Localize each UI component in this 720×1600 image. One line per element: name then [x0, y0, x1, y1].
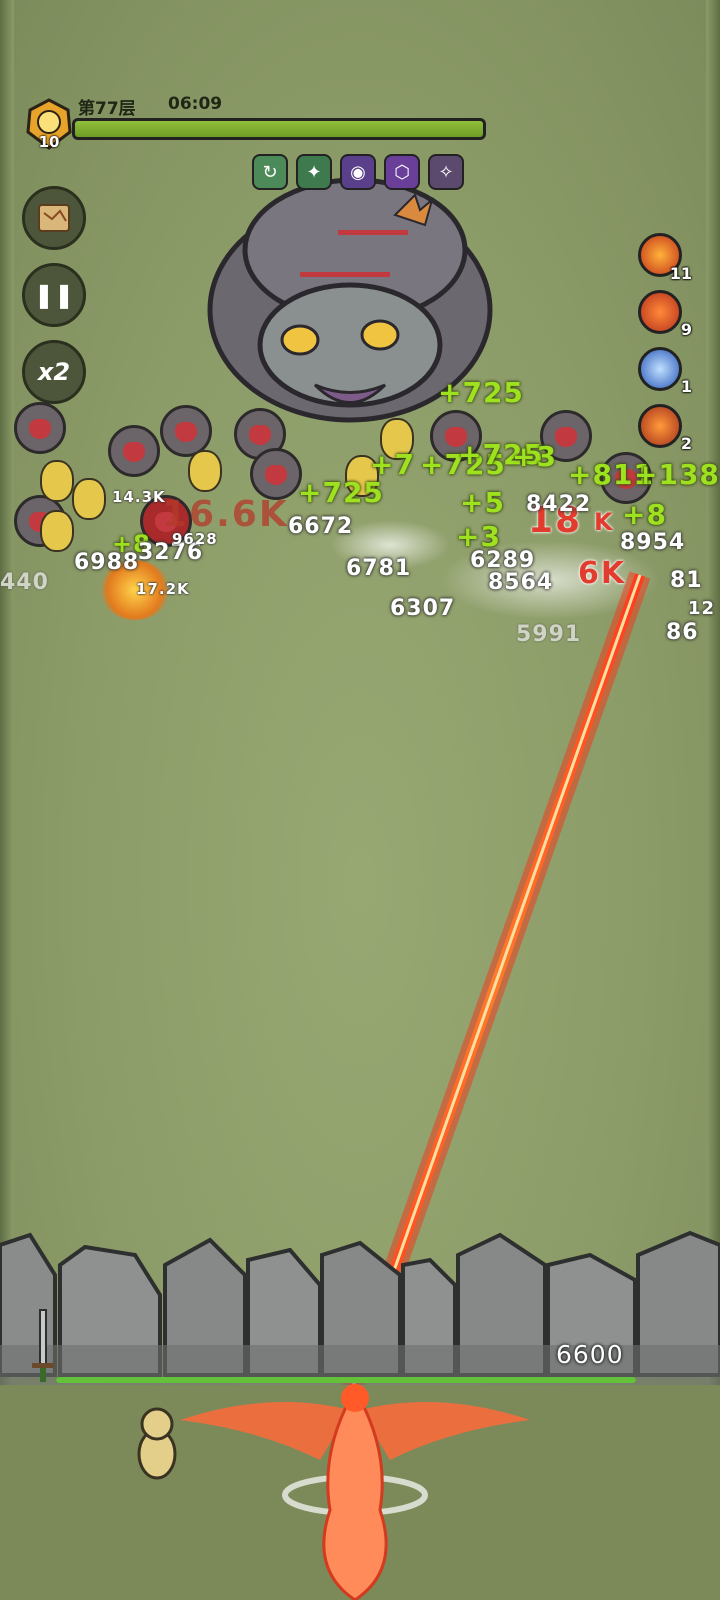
damage-number: 440 — [0, 570, 49, 595]
skill-count: 9 — [680, 320, 692, 339]
phoenix-hero — [180, 1384, 530, 1600]
heal-number: +725 — [298, 476, 384, 509]
heal-number: +3 — [512, 440, 557, 473]
skill-count: 1 — [680, 377, 692, 396]
fire-pillar-skill-icon[interactable] — [638, 404, 682, 448]
speed-x2-button[interactable]: x2 — [22, 340, 86, 404]
sword-icon — [32, 1309, 54, 1382]
spirit-buff-icon[interactable]: ✦ — [296, 154, 332, 190]
map-button[interactable] — [22, 186, 86, 250]
damage-number: 8564 — [488, 570, 554, 595]
damage-number: 8422 — [526, 492, 592, 517]
damage-number: 14.3K — [112, 488, 166, 506]
shield-buff-icon[interactable]: ⬡ — [384, 154, 420, 190]
damage-number: 6672 — [288, 514, 354, 539]
crit-damage-number: 16.6K — [162, 494, 289, 535]
damage-number: 6307 — [390, 596, 456, 621]
claw-buff-icon[interactable]: ✧ — [428, 154, 464, 190]
crit-damage-number: K — [594, 508, 615, 536]
damage-number: 6988 — [74, 550, 140, 575]
damage-number: 17.2K — [136, 580, 190, 598]
damage-number: 81 — [670, 568, 703, 593]
player-level: 10 — [38, 133, 60, 151]
heal-number: +5 — [460, 486, 505, 519]
damage-number: 8954 — [620, 530, 686, 555]
game-field: +725 +7 +725 +725 +725 +3 +5 +3 +8 +811 … — [0, 0, 720, 1600]
arcane-buff-icon[interactable]: ◉ — [340, 154, 376, 190]
heal-number: +8 — [622, 498, 667, 531]
stage-timer: 06:09 — [168, 94, 223, 114]
skill-count: 2 — [680, 434, 692, 453]
damage-number: 86 — [666, 620, 699, 645]
floor-label: 第77层 — [78, 99, 136, 119]
wall-health-value: 6600 — [556, 1340, 624, 1369]
pause-button[interactable]: ❚❚ — [22, 263, 86, 327]
heal-number: +725 — [438, 376, 524, 409]
skill-count: 11 — [669, 264, 692, 283]
buff-bar: ↻ ✦ ◉ ⬡ ✧ — [252, 154, 464, 190]
swirl-buff-icon[interactable]: ↻ — [252, 154, 288, 190]
heal-number: +138 — [634, 458, 720, 491]
damage-number: 6781 — [346, 556, 412, 581]
crit-damage-number: 6K — [578, 556, 627, 591]
ice-orb-skill-icon[interactable] — [638, 347, 682, 391]
damage-number: 5991 — [516, 622, 582, 647]
boss-health-fill — [75, 121, 483, 137]
map-scroll-icon — [38, 204, 70, 232]
lion-companion — [137, 1407, 177, 1480]
flame-sword-skill-icon[interactable] — [638, 290, 682, 334]
boss-health-bar — [72, 118, 486, 140]
damage-number: 9628 — [172, 530, 218, 548]
damage-number: 12 — [688, 598, 716, 619]
